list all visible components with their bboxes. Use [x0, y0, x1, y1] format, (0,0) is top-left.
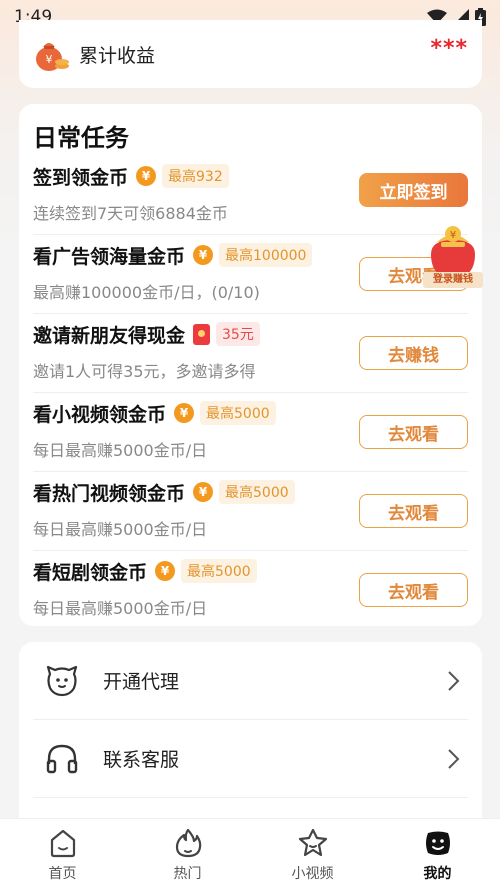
- task-row-hot-video: 看热门视频领金币 ¥ 最高5000 每日最高赚5000金币/日 去观看: [33, 472, 468, 551]
- earnings-title: 累计收益: [79, 44, 156, 67]
- task-desc: 连续签到7天可领6884金币: [33, 204, 228, 223]
- star-icon: [298, 828, 327, 857]
- earnings-card[interactable]: ¥ 累计收益 ***: [19, 20, 482, 88]
- nav-item-short-video[interactable]: 小视频: [250, 819, 375, 889]
- task-name: 看小视频领金币: [33, 403, 167, 426]
- task-name: 看热门视频领金币: [33, 482, 186, 505]
- task-name: 签到领金币: [33, 166, 129, 189]
- reward-badge: 最高5000: [219, 480, 295, 504]
- watch-short-video-button[interactable]: 去观看: [359, 415, 468, 449]
- task-row-sign-in: 签到领金币 ¥ 最高932 连续签到7天可领6884金币 立即签到: [33, 156, 468, 235]
- menu-item-agent[interactable]: 开通代理: [33, 642, 468, 720]
- menu-item-support[interactable]: 联系客服: [33, 720, 468, 798]
- task-desc: 每日最高赚5000金币/日: [33, 599, 208, 618]
- flame-icon: [175, 828, 201, 858]
- nav-item-mine[interactable]: 我的: [375, 819, 500, 889]
- nav-label: 我的: [423, 866, 452, 882]
- home-icon: [50, 829, 75, 858]
- nav-label: 热门: [173, 866, 202, 882]
- bottom-nav: 首页 热门 小视频 我的: [0, 818, 500, 889]
- login-earn-label[interactable]: 登录赚钱: [423, 272, 483, 288]
- reward-badge: 最高5000: [200, 401, 276, 425]
- reward-badge: 最高932: [162, 164, 229, 188]
- task-desc: 最高赚100000金币/日，(0/10): [33, 283, 260, 302]
- daily-tasks-card: 日常任务 签到领金币 ¥ 最高932 连续签到7天可领6884金币 立即签到 看…: [19, 104, 482, 626]
- sign-in-button[interactable]: 立即签到: [359, 173, 468, 207]
- task-name: 邀请新朋友得现金: [33, 324, 186, 347]
- svg-text:¥: ¥: [450, 230, 456, 241]
- nav-label: 首页: [48, 866, 77, 882]
- coin-icon: ¥: [193, 482, 214, 502]
- menu-card: 开通代理 联系客服: [19, 642, 482, 842]
- coin-icon: ¥: [174, 403, 195, 423]
- chevron-right-icon: [448, 749, 460, 769]
- profile-face-icon: [425, 831, 450, 855]
- watch-hot-video-button[interactable]: 去观看: [359, 494, 468, 528]
- task-row-watch-ads: 看广告领海量金币 ¥ 最高100000 最高赚100000金币/日，(0/10)…: [33, 235, 468, 314]
- reward-badge: 最高100000: [219, 243, 313, 267]
- reward-badge: 35元: [216, 322, 260, 346]
- smiley-face-icon: [46, 665, 78, 696]
- coin-icon: ¥: [155, 561, 176, 581]
- menu-label: 开通代理: [103, 671, 180, 693]
- red-packet-icon: [193, 323, 211, 345]
- watch-short-drama-button[interactable]: 去观看: [359, 573, 468, 607]
- menu-label: 联系客服: [103, 749, 180, 771]
- task-name: 看广告领海量金币: [33, 245, 186, 268]
- coin-icon: ¥: [193, 245, 214, 265]
- chevron-right-icon: [448, 671, 460, 691]
- money-bag-icon: ¥: [36, 43, 69, 71]
- nav-item-home[interactable]: 首页: [0, 819, 125, 889]
- reward-badge: 最高5000: [181, 559, 257, 583]
- task-desc: 邀请1人可得35元，多邀请多得: [33, 362, 256, 381]
- task-row-short-video: 看小视频领金币 ¥ 最高5000 每日最高赚5000金币/日 去观看: [33, 393, 468, 472]
- nav-item-hot[interactable]: 热门: [125, 819, 250, 889]
- tasks-title: 日常任务: [33, 124, 129, 152]
- task-row-short-drama: 看短剧领金币 ¥ 最高5000 每日最高赚5000金币/日 去观看: [33, 551, 468, 630]
- task-name: 看短剧领金币: [33, 561, 148, 584]
- task-desc: 每日最高赚5000金币/日: [33, 520, 208, 539]
- task-desc: 每日最高赚5000金币/日: [33, 441, 208, 460]
- svg-text:¥: ¥: [46, 53, 53, 66]
- earnings-value: ***: [430, 36, 468, 61]
- task-row-invite: 邀请新朋友得现金 35元 邀请1人可得35元，多邀请多得 去赚钱: [33, 314, 468, 393]
- headphones-icon: [46, 744, 78, 773]
- nav-label: 小视频: [291, 866, 334, 882]
- coin-icon: ¥: [136, 166, 157, 186]
- invite-button[interactable]: 去赚钱: [359, 336, 468, 370]
